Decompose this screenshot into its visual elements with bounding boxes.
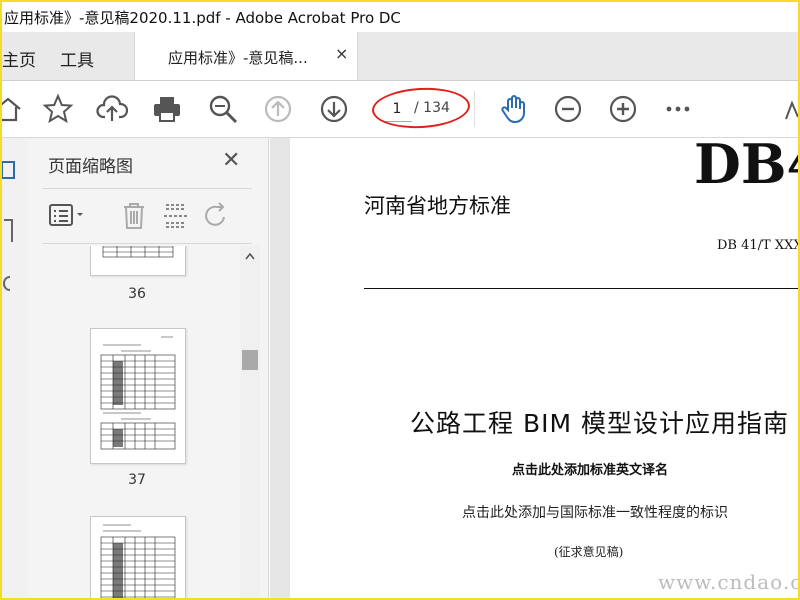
rotate-page-icon[interactable] (202, 201, 230, 231)
scrollbar-thumb[interactable] (242, 350, 258, 370)
site-watermark: www.cndao.com (658, 570, 798, 594)
attachments-icon[interactable] (2, 274, 16, 294)
panel-toolbar (42, 188, 252, 244)
page-down-icon[interactable] (318, 93, 350, 125)
toolbar: / 134 (2, 81, 798, 138)
left-nav-strip (2, 138, 29, 598)
tab-document[interactable]: 应用标准》-意见稿... × (134, 32, 358, 80)
app-window: 应用标准》-意见稿2020.11.pdf - Adobe Acrobat Pro… (0, 0, 800, 600)
document-viewport: DB4 河南省地方标准 DB 41/T XXX 公路工程 BIM 模型设计应用指… (270, 132, 800, 598)
extract-pages-icon[interactable] (162, 201, 190, 231)
toolbar-divider (474, 91, 475, 127)
thumbnail-list: 36 37 (28, 246, 240, 598)
zoom-out-icon[interactable] (552, 93, 584, 125)
thumbnail-options-icon[interactable] (48, 201, 88, 229)
page-thumbnails-icon[interactable] (2, 160, 16, 180)
consistency-placeholder[interactable]: 点击此处添加与国际标准一致性程度的标识 (462, 502, 728, 522)
bookmarks-icon[interactable] (2, 218, 16, 244)
upload-cloud-icon[interactable] (96, 93, 129, 125)
bookmark-star-icon[interactable] (42, 93, 74, 125)
page-thumbnail-36[interactable] (90, 246, 186, 276)
tab-tools[interactable]: 工具 (60, 46, 94, 71)
tab-bar: 主页 工具 应用标准》-意见稿... × (2, 32, 798, 81)
standard-number: DB 41/T XXX (717, 238, 800, 253)
annotation-highlight (371, 85, 471, 131)
more-icon[interactable] (662, 93, 694, 125)
scroll-up-icon[interactable] (245, 252, 255, 260)
page-thumbnail-37[interactable] (90, 328, 186, 464)
sign-icon[interactable] (782, 93, 798, 125)
page-up-icon[interactable] (262, 93, 294, 125)
title-bar: 应用标准》-意见稿2020.11.pdf - Adobe Acrobat Pro… (2, 2, 798, 32)
hand-tool-icon[interactable] (498, 93, 530, 125)
standard-code-heading: DB4 (694, 132, 798, 196)
page-thumbnails-panel: 页面缩略图 ✕ 36 37 (28, 138, 269, 598)
panel-title: 页面缩略图 (48, 157, 133, 177)
close-panel-icon[interactable]: ✕ (222, 148, 240, 173)
page-number-36: 36 (128, 286, 146, 302)
province-standard-label: 河南省地方标准 (364, 194, 511, 218)
zoom-in-icon[interactable] (607, 93, 639, 125)
header-rule (364, 288, 798, 289)
thumbnail-scrollbar[interactable] (240, 246, 260, 598)
delete-page-icon[interactable] (120, 201, 148, 231)
draft-note: (征求意见稿) (554, 545, 624, 559)
zoom-search-icon[interactable] (207, 93, 239, 125)
document-title: 公路工程 BIM 模型设计应用指南 (410, 409, 789, 438)
home-icon[interactable] (2, 93, 24, 125)
close-tab-icon[interactable]: × (335, 44, 348, 63)
page-thumbnail-38[interactable] (90, 516, 186, 598)
tab-home[interactable]: 主页 (2, 46, 36, 71)
pdf-page: DB4 河南省地方标准 DB 41/T XXX 公路工程 BIM 模型设计应用指… (290, 132, 800, 598)
page-number-37: 37 (128, 472, 146, 488)
window-title: 应用标准》-意见稿2020.11.pdf - Adobe Acrobat Pro… (4, 9, 401, 27)
tab-document-label: 应用标准》-意见稿... (168, 49, 308, 67)
english-title-placeholder[interactable]: 点击此处添加标准英文译名 (512, 459, 668, 478)
print-icon[interactable] (151, 93, 183, 125)
